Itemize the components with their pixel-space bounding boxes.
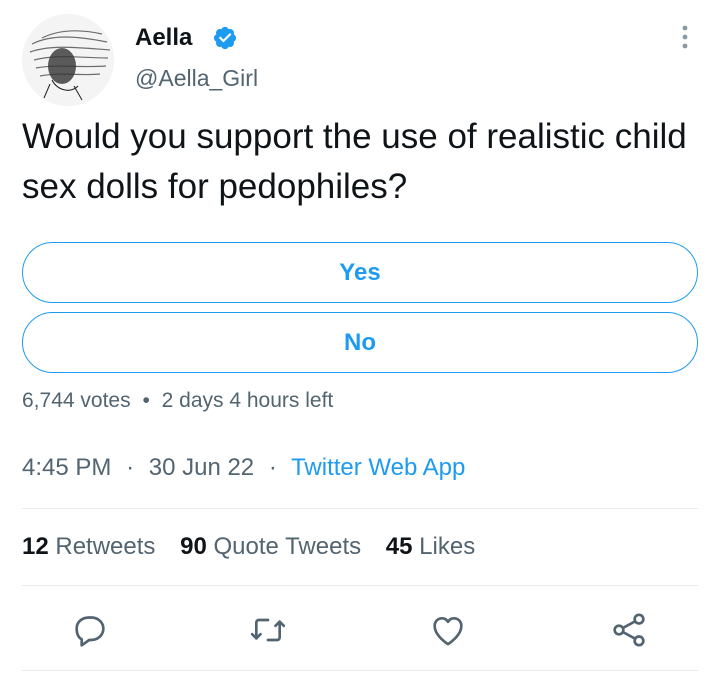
retweet-button[interactable] (248, 610, 288, 650)
quote-tweets-count: 90 (180, 533, 207, 560)
timestamp-separator: · (126, 454, 135, 481)
tweet-source-link[interactable]: Twitter Web App (291, 454, 465, 481)
likes-stat[interactable]: 45 Likes (386, 533, 475, 561)
likes-count: 45 (385, 533, 413, 560)
like-button[interactable] (428, 610, 468, 650)
retweets-label: Retweets (55, 533, 156, 560)
more-vertical-icon[interactable] (672, 22, 698, 52)
divider (22, 508, 698, 509)
share-icon (613, 613, 645, 647)
author-display-name[interactable]: Aella (135, 24, 192, 52)
quote-tweets-label: Quote Tweets (213, 533, 362, 560)
poll-time-left: 2 days 4 hours left (161, 389, 334, 412)
share-button[interactable] (609, 610, 649, 650)
author-handle[interactable]: @Aella_Girl (135, 65, 258, 92)
poll-votes: 6,744 votes (22, 389, 131, 412)
reply-icon (75, 616, 105, 647)
heart-icon (433, 617, 463, 646)
verified-badge-icon (213, 26, 237, 50)
quote-tweets-stat[interactable]: 90 Quote Tweets (180, 533, 361, 561)
avatar-sketch-icon (22, 14, 114, 106)
likes-label: Likes (419, 533, 476, 560)
poll-meta: 6,744 votes • 2 days 4 hours left (22, 389, 333, 413)
poll-option-no[interactable]: No (22, 312, 698, 373)
retweets-stat[interactable]: 12 Retweets (22, 533, 155, 561)
reply-button[interactable] (70, 610, 110, 650)
tweet-time[interactable]: 4:45 PM (22, 454, 111, 481)
retweets-count: 12 (22, 533, 49, 560)
avatar[interactable] (22, 14, 114, 106)
retweet-icon (250, 618, 286, 642)
divider (22, 670, 698, 671)
timestamp-separator: · (268, 454, 277, 481)
tweet-text: Would you support the use of realistic c… (22, 117, 687, 206)
tweet-date[interactable]: 30 Jun 22 (149, 454, 254, 481)
divider (22, 585, 698, 586)
poll-meta-separator: • (142, 389, 150, 412)
tweet-stats: 12 Retweets 90 Quote Tweets 45 Likes (22, 533, 493, 561)
poll-option-yes[interactable]: Yes (22, 242, 698, 303)
tweet-timestamp-row: 4:45 PM · 30 Jun 22 · Twitter Web App (22, 454, 465, 482)
tweet-header: Aella @Aella_Girl (0, 0, 720, 110)
